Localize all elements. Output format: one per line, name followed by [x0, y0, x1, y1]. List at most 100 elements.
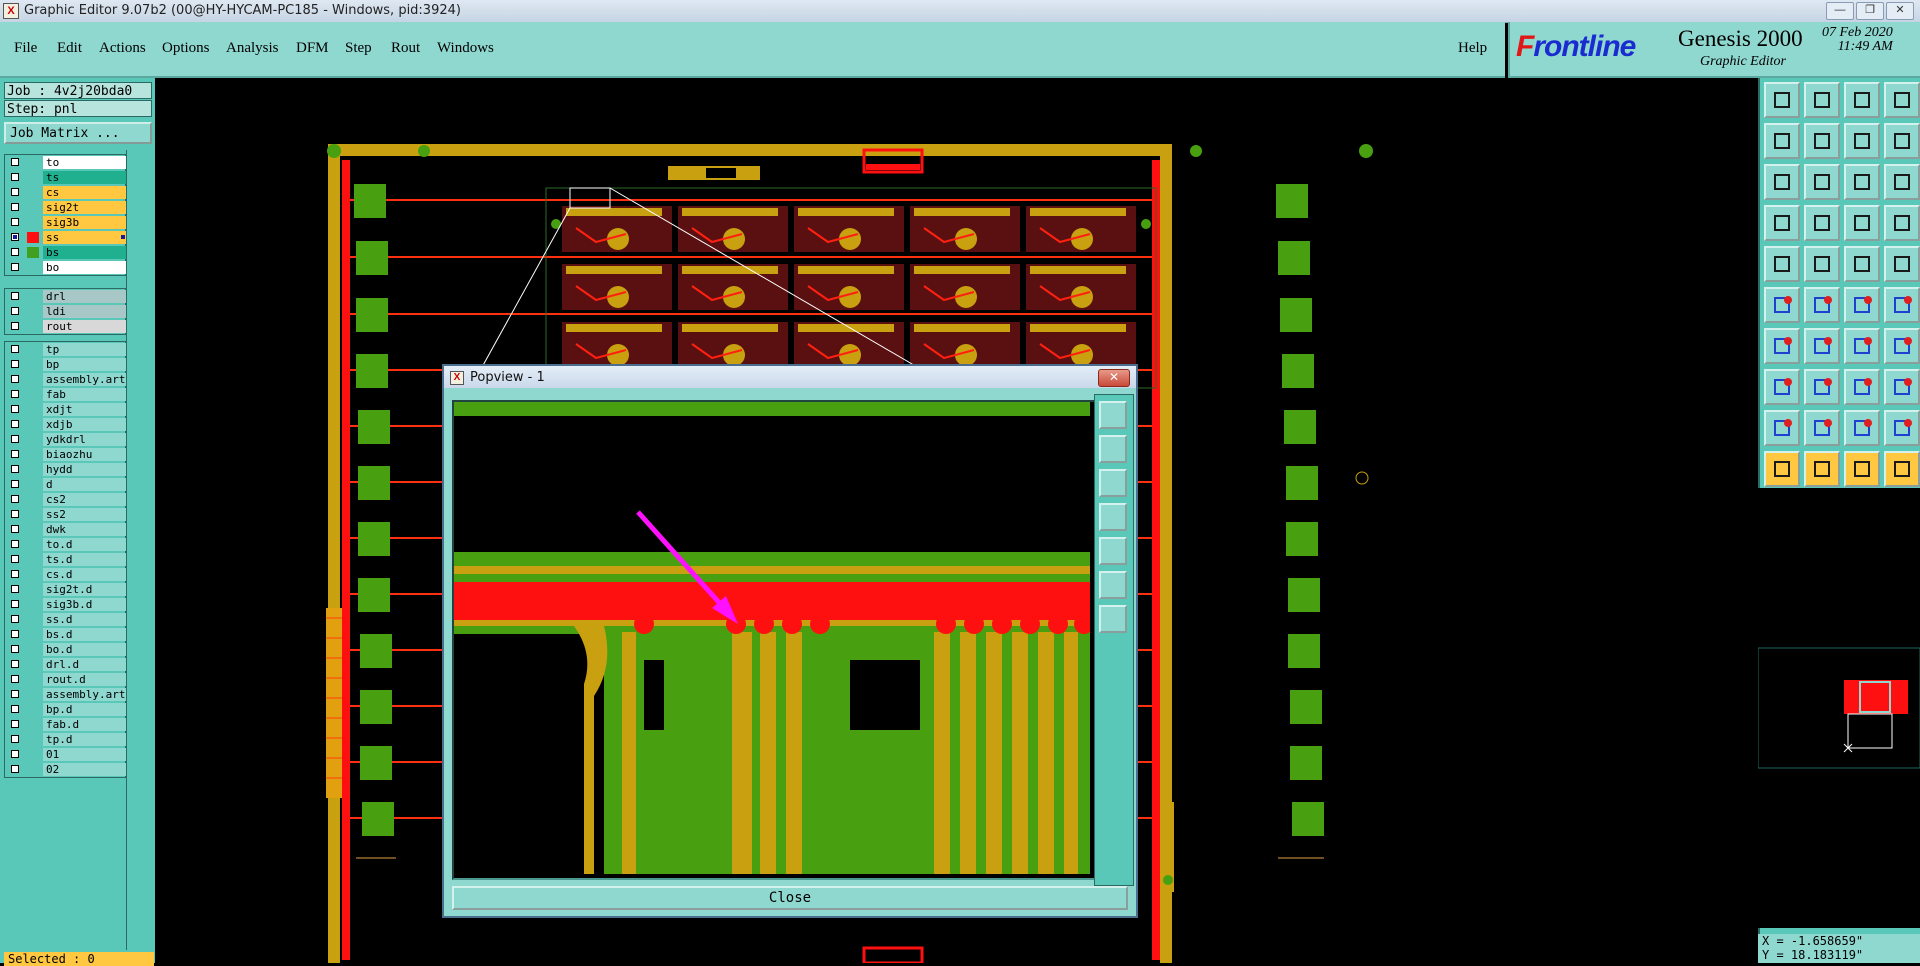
slash-icon[interactable]	[1804, 328, 1840, 364]
layer-row-ydkdrl[interactable]: ydkdrl	[5, 432, 127, 447]
layer-name[interactable]: assembly.art	[43, 688, 127, 701]
layer-row-ldi[interactable]: ldi	[5, 304, 127, 319]
layer-checkbox[interactable]	[11, 600, 19, 608]
menu-help[interactable]: Help	[1458, 40, 1487, 57]
layer-name[interactable]: cs.d	[43, 568, 127, 581]
line-icon[interactable]	[1804, 246, 1840, 282]
layer-row-to[interactable]: to	[5, 155, 127, 170]
layer-name[interactable]: bs.d	[43, 628, 127, 641]
layer-name[interactable]: sig2t	[43, 201, 127, 214]
layer-panel-scrollbar[interactable]	[126, 150, 155, 950]
popview-right-icon[interactable]	[1099, 537, 1127, 565]
layer-row-02[interactable]: 02	[5, 762, 127, 777]
layer-name[interactable]: hydd	[43, 463, 127, 476]
layer-name[interactable]: bp.d	[43, 703, 127, 716]
popview-close-button[interactable]: Close	[452, 886, 1128, 910]
layer-checkbox[interactable]	[11, 570, 19, 578]
measure-icon[interactable]	[1764, 246, 1800, 282]
layer-checkbox[interactable]	[11, 435, 19, 443]
menu-actions[interactable]: Actions	[99, 40, 146, 57]
layer-row-bp-d[interactable]: bp.d	[5, 702, 127, 717]
cross-icon[interactable]	[1804, 287, 1840, 323]
route-icon[interactable]	[1884, 451, 1920, 487]
layer-checkbox[interactable]	[11, 735, 19, 743]
layer-row-dwk[interactable]: dwk	[5, 522, 127, 537]
layer-row-bp[interactable]: bp	[5, 357, 127, 372]
text-a-icon[interactable]	[1804, 410, 1840, 446]
layer-row-drl[interactable]: drl	[5, 289, 127, 304]
layer-checkbox[interactable]	[11, 555, 19, 563]
layer-checkbox[interactable]	[11, 158, 19, 166]
layer-name[interactable]: 02	[43, 763, 127, 776]
menu-step[interactable]: Step	[345, 40, 372, 57]
layer-checkbox[interactable]	[11, 660, 19, 668]
layer-row-tp-d[interactable]: tp.d	[5, 732, 127, 747]
fit-all-icon[interactable]	[1764, 164, 1800, 200]
pointer-icon[interactable]	[1764, 451, 1800, 487]
layer-checkbox[interactable]	[11, 390, 19, 398]
layer-name[interactable]: bo	[43, 261, 127, 274]
popview-zoom-in-icon[interactable]	[1099, 605, 1127, 633]
home-icon[interactable]	[1844, 82, 1880, 118]
layer-name[interactable]: ss	[43, 231, 127, 244]
split-icon[interactable]	[1884, 82, 1920, 118]
menu-windows[interactable]: Windows	[437, 40, 494, 57]
text-a3-icon[interactable]	[1884, 410, 1920, 446]
layer-name[interactable]: ydkdrl	[43, 433, 127, 446]
layer-checkbox[interactable]	[11, 248, 19, 256]
layer-row-rout[interactable]: rout	[5, 319, 127, 334]
minus-icon[interactable]	[1804, 369, 1840, 405]
layer-name[interactable]: to.d	[43, 538, 127, 551]
draw-line-icon[interactable]	[1764, 328, 1800, 364]
restore-icon[interactable]: ❐	[1856, 2, 1884, 20]
layer-checkbox[interactable]	[11, 615, 19, 623]
layer-row-ss-d[interactable]: ss.d	[5, 612, 127, 627]
redraw-icon[interactable]	[1884, 123, 1920, 159]
popview-title-bar[interactable]: X Popview - 1	[444, 366, 1136, 388]
layer-checkbox[interactable]	[11, 233, 19, 241]
text-a2-icon[interactable]	[1844, 410, 1880, 446]
layers-icon[interactable]	[1844, 205, 1880, 241]
menu-dfm[interactable]: DFM	[296, 40, 329, 57]
layer-name[interactable]: ss.d	[43, 613, 127, 626]
ruler-icon[interactable]	[1844, 246, 1880, 282]
layer-name[interactable]: ss2	[43, 508, 127, 521]
popview-fit-icon[interactable]	[1099, 401, 1127, 429]
layer-checkbox[interactable]	[11, 292, 19, 300]
menu-file[interactable]: File	[14, 40, 37, 57]
layer-checkbox[interactable]	[11, 540, 19, 548]
copy-icon[interactable]	[1884, 287, 1920, 323]
layer-name[interactable]: fab	[43, 388, 127, 401]
layer-checkbox[interactable]	[11, 465, 19, 473]
layer-row-tp[interactable]: tp	[5, 342, 127, 357]
fit-center-icon[interactable]	[1804, 164, 1840, 200]
move-icon[interactable]	[1844, 287, 1880, 323]
layer-row-fab-d[interactable]: fab.d	[5, 717, 127, 732]
layer-row-ss2[interactable]: ss2	[5, 507, 127, 522]
pan-right-icon[interactable]	[1804, 123, 1840, 159]
layer-row-cs-d[interactable]: cs.d	[5, 567, 127, 582]
scale-icon[interactable]	[1884, 369, 1920, 405]
popview-zoom-out-icon[interactable]	[1099, 571, 1127, 599]
layer-row-cs2[interactable]: cs2	[5, 492, 127, 507]
layer-name[interactable]: sig3b	[43, 216, 127, 229]
layer-checkbox[interactable]	[11, 322, 19, 330]
layer-row-01[interactable]: 01	[5, 747, 127, 762]
layer-checkbox[interactable]	[11, 585, 19, 593]
pan-left-icon[interactable]	[1764, 123, 1800, 159]
layer-name[interactable]: cs2	[43, 493, 127, 506]
layer-row-cs[interactable]: cs	[5, 185, 127, 200]
layer-checkbox[interactable]	[11, 450, 19, 458]
layer-row-bo-d[interactable]: bo.d	[5, 642, 127, 657]
layer-name[interactable]: bs	[43, 246, 127, 259]
help-icon[interactable]	[1884, 164, 1920, 200]
layer-name[interactable]: xdjt	[43, 403, 127, 416]
layer-row-assembly-art[interactable]: assembly.art	[5, 687, 127, 702]
layer-checkbox[interactable]	[11, 203, 19, 211]
rotate-icon[interactable]	[1844, 328, 1880, 364]
layer-checkbox[interactable]	[11, 705, 19, 713]
layer-name[interactable]: ts	[43, 171, 127, 184]
pad-icon[interactable]	[1884, 246, 1920, 282]
layer-name[interactable]: d	[43, 478, 127, 491]
page-up-icon[interactable]	[1764, 82, 1800, 118]
